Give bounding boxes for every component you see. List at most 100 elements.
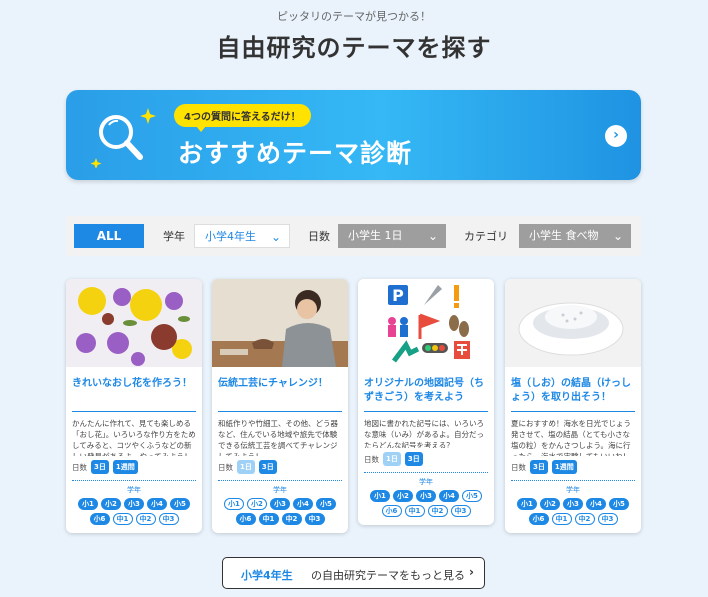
days-select-value: 小学生 1日 (348, 229, 403, 242)
grade-tag: 小5 (462, 490, 482, 502)
chevron-right-icon: › (469, 565, 474, 579)
grade-label: 学年 (273, 486, 287, 494)
card-days: 日数 1日 3日 (358, 448, 494, 466)
grade-select[interactable]: 小学4年生 ⌄ (194, 224, 290, 248)
card-days: 日数 3日 1週間 (66, 456, 202, 474)
grade-tag: 小3 (270, 498, 290, 510)
svg-text:P: P (392, 286, 404, 305)
page-title: 自由研究のテーマを探す (216, 34, 492, 62)
days-label: 日数 (72, 462, 87, 472)
chevron-down-icon: ⌄ (612, 229, 623, 243)
grade-tag: 小5 (316, 498, 336, 510)
grade-tag: 中3 (304, 513, 325, 525)
grade-tag: 小4 (439, 490, 459, 502)
traditional-crafts-image (212, 279, 348, 367)
more-button-text: の自由研究テーマをもっと見る (311, 569, 465, 582)
grade-label: 学年 (127, 486, 141, 494)
card-title: オリジナルの地図記号（ちずきごう）を考えよう (364, 378, 484, 403)
days-tag: 1日 (237, 460, 255, 474)
grade-tag: 小1 (224, 498, 244, 510)
card-days: 日数 3日 1週間 (505, 456, 641, 474)
map-symbols-image: P (358, 279, 494, 367)
more-button-grade: 小学4年生 (241, 569, 293, 582)
grade-tag: 中2 (135, 513, 156, 525)
grade-filter-label: 学年 (163, 230, 185, 243)
grade-tag: 小6 (89, 513, 110, 525)
grade-tag: 小5 (609, 498, 629, 510)
grade-tags: 小1 小2 小3 小4 小5 小6 中1 中2 中3 (66, 495, 202, 533)
filter-bar: ALL 学年 小学4年生 ⌄ 日数 小学生 1日 ⌄ カテゴリ 小学生 食べ物 … (66, 216, 641, 256)
banner-title: おすすめテーマ診断 (178, 139, 413, 168)
card-description: 地図に書かれた記号には、いろいろな意味（いみ）があるよ。自分だったらどんな記号を… (364, 419, 484, 448)
banner-badge: 4つの質問に答えるだけ！ (174, 104, 311, 132)
card-title: きれいなおし花を作ろう！ (72, 378, 192, 389)
grade-tag: 中1 (404, 505, 425, 517)
card-description: 和紙作りや竹細工、その他、どう器など、住んでいる地域や旅先で体験できる伝統工芸を… (218, 419, 338, 456)
grade-tag: 中3 (158, 513, 179, 525)
theme-card[interactable]: P オリジナルの地図記号（ちずきごう）を考えよう 地図に書かれた記号には、いろい… (358, 279, 494, 525)
grade-tag: 小2 (247, 498, 267, 510)
grade-tag: 小2 (540, 498, 560, 510)
days-tag: 3日 (258, 460, 277, 474)
grade-tag: 中1 (258, 513, 279, 525)
days-select[interactable]: 小学生 1日 ⌄ (338, 224, 446, 248)
grade-tag: 中1 (551, 513, 572, 525)
chevron-right-icon[interactable]: › (605, 125, 627, 147)
grade-tag: 小2 (393, 490, 413, 502)
salt-crystals-image (505, 279, 641, 367)
days-tag: 3日 (530, 460, 548, 474)
grade-tags: 小1 小2 小3 小4 小5 小6 中1 中2 中3 (505, 495, 641, 533)
category-select-value: 小学生 食べ物 (529, 229, 599, 242)
grade-tag: 小3 (416, 490, 436, 502)
tagline: ピッタリのテーマが見つかる！ (277, 10, 431, 23)
grade-tag: 小3 (124, 498, 144, 510)
grade-select-value: 小学4年生 (205, 230, 256, 243)
days-tag: 3日 (91, 460, 109, 474)
grade-tag: 小6 (235, 513, 256, 525)
card-description: かんたんに作れて、見ても楽しめる「おし花」。いろいろな作り方をためしてみると、コ… (72, 419, 196, 456)
grade-label: 学年 (566, 486, 580, 494)
theme-card[interactable]: 伝統工芸にチャレンジ！ 和紙作りや竹細工、その他、どう器など、住んでいる地域や旅… (212, 279, 348, 533)
all-filter-button[interactable]: ALL (74, 224, 144, 248)
theme-card[interactable]: きれいなおし花を作ろう！ かんたんに作れて、見ても楽しめる「おし花」。いろいろな… (66, 279, 202, 533)
grade-tag: 中2 (281, 513, 302, 525)
grade-tag: 中3 (597, 513, 618, 525)
days-filter-label: 日数 (308, 230, 330, 243)
days-label: 日数 (364, 454, 379, 464)
grade-tag: 小4 (586, 498, 606, 510)
grade-tags: 小1 小2 小3 小4 小5 小6 中1 中2 中3 (358, 487, 494, 525)
grade-tag: 小2 (101, 498, 121, 510)
days-label: 日数 (218, 462, 233, 472)
card-days: 日数 1日 3日 (212, 456, 348, 474)
card-title: 塩（しお）の結晶（けっしょう）を取り出そう！ (511, 378, 631, 403)
theme-card[interactable]: 塩（しお）の結晶（けっしょう）を取り出そう！ 夏におすすめ！海水を日光でじょう発… (505, 279, 641, 533)
grade-tag: 小6 (528, 513, 549, 525)
days-tag: 1週間 (112, 460, 138, 474)
card-description: 夏におすすめ！海水を日光でじょう発させて、塩の結晶（とても小さな塩の粒）をかんさ… (511, 419, 631, 456)
grade-tag: 中1 (112, 513, 133, 525)
grade-tag: 小3 (563, 498, 583, 510)
grade-tag: 小1 (78, 498, 98, 510)
grade-tag: 中2 (427, 505, 448, 517)
card-title: 伝統工芸にチャレンジ！ (218, 378, 328, 389)
chevron-down-icon: ⌄ (270, 230, 281, 244)
grade-tag: 小1 (370, 490, 390, 502)
grade-tag: 小6 (381, 505, 402, 517)
magnifier-icon (90, 108, 156, 168)
grade-tag: 小4 (293, 498, 313, 510)
theme-diagnosis-banner[interactable]: 4つの質問に答えるだけ！ おすすめテーマ診断 › (66, 90, 641, 180)
grade-tags: 小1 小2 小3 小4 小5 小6 中1 中2 中3 (212, 495, 348, 533)
more-themes-button[interactable]: 小学4年生 の自由研究テーマをもっと見る › (222, 557, 485, 589)
grade-tag: 小5 (170, 498, 190, 510)
grade-label: 学年 (419, 478, 433, 486)
grade-tag: 中2 (574, 513, 595, 525)
chevron-down-icon: ⌄ (427, 229, 438, 243)
category-select[interactable]: 小学生 食べ物 ⌄ (519, 224, 631, 248)
days-tag: 3日 (404, 452, 423, 466)
grade-tag: 小4 (147, 498, 167, 510)
category-filter-label: カテゴリ (464, 230, 508, 243)
days-tag: 1週間 (551, 460, 577, 474)
days-label: 日数 (511, 462, 526, 472)
days-tag: 1日 (383, 452, 401, 466)
grade-tag: 小1 (517, 498, 537, 510)
